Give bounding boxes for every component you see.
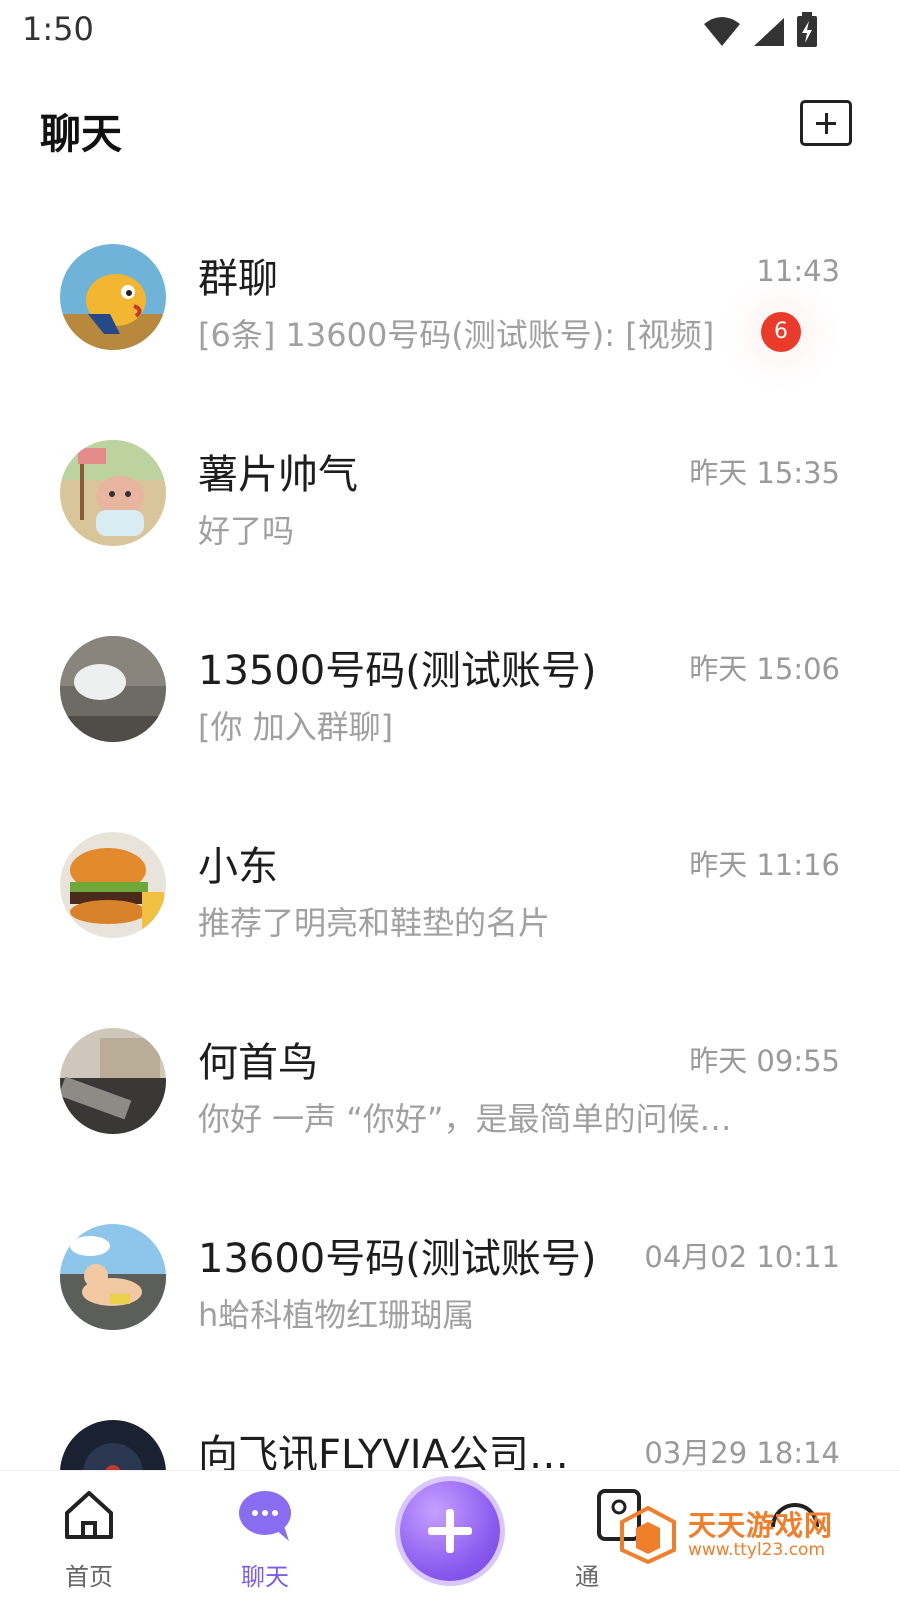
chat-item-13500[interactable]: 13500号码(测试账号) 昨天 15:06 [你 加入群聊] <box>0 590 900 788</box>
avatar <box>60 832 166 938</box>
chat-time: 昨天 11:16 <box>689 848 840 882</box>
chat-time: 昨天 09:55 <box>689 1044 840 1078</box>
header: 聊天 <box>0 80 900 176</box>
chat-time: 昨天 15:35 <box>689 456 840 490</box>
chat-bubble-icon <box>239 1491 291 1541</box>
page-title: 聊天 <box>40 110 122 158</box>
chat-time: 11:43 <box>756 254 840 288</box>
status-time: 1:50 <box>22 10 94 48</box>
chat-preview: h蛤科植物红珊瑚属 <box>198 1296 475 1334</box>
chat-time: 03月29 18:14 <box>644 1436 840 1470</box>
unread-badge: 6 <box>761 312 801 352</box>
chat-preview: [你 加入群聊] <box>198 708 394 746</box>
chat-name: 小东 <box>198 844 278 890</box>
chat-name: 薯片帅气 <box>198 452 358 498</box>
nav-chat[interactable]: 聊天 <box>200 1471 330 1601</box>
nav-home[interactable]: 首页 <box>24 1471 154 1601</box>
chat-name: 13500号码(测试账号) <box>198 648 597 694</box>
avatar <box>60 1420 166 1470</box>
avatar <box>60 636 166 742</box>
new-chat-button[interactable] <box>800 100 852 146</box>
signal-icon <box>754 18 784 46</box>
avatar <box>60 244 166 350</box>
chat-preview: [6条] 13600号码(测试账号): [视频] <box>198 316 715 354</box>
avatar <box>60 1028 166 1134</box>
chat-name: 13600号码(测试账号) <box>198 1236 597 1282</box>
create-fab-button[interactable] <box>400 1481 500 1581</box>
chat-name: 群聊 <box>198 256 278 302</box>
nav-home-label: 首页 <box>65 1563 113 1591</box>
watermark-text: 天天游戏网 <box>688 1509 834 1542</box>
chat-item-xiaodong[interactable]: 小东 昨天 11:16 推荐了明亮和鞋垫的名片 <box>0 786 900 984</box>
nav-chat-label: 聊天 <box>241 1563 289 1591</box>
chat-preview: 你好 一声 “你好”，是最简单的问候… <box>198 1100 732 1138</box>
watermark: 天天游戏网 www.ttyl23.com <box>618 1500 878 1570</box>
status-icons <box>702 12 818 48</box>
chat-item-group[interactable]: 群聊 11:43 [6条] 13600号码(测试账号): [视频] 6 <box>0 198 900 396</box>
battery-charging-icon <box>797 12 817 47</box>
chat-name: 向飞讯FLYVIA公司… <box>198 1432 569 1470</box>
watermark-url: www.ttyl23.com <box>688 1540 826 1560</box>
chat-item-flyvia[interactable]: 向飞讯FLYVIA公司… 03月29 18:14 <box>0 1374 900 1470</box>
status-bar: 1:50 <box>0 0 900 62</box>
avatar <box>60 440 166 546</box>
chat-time: 04月02 10:11 <box>644 1240 840 1274</box>
chat-list[interactable]: 群聊 11:43 [6条] 13600号码(测试账号): [视频] 6 薯片帅气… <box>0 198 900 1470</box>
chat-preview: 推荐了明亮和鞋垫的名片 <box>198 904 551 942</box>
home-icon <box>65 1491 113 1539</box>
wifi-icon <box>704 17 740 46</box>
avatar <box>60 1224 166 1330</box>
chat-item-shupian[interactable]: 薯片帅气 昨天 15:35 好了吗 <box>0 394 900 592</box>
chat-time: 昨天 15:06 <box>689 652 840 686</box>
chat-name: 何首鸟 <box>198 1040 318 1086</box>
chat-item-13600[interactable]: 13600号码(测试账号) 04月02 10:11 h蛤科植物红珊瑚属 <box>0 1178 900 1376</box>
chat-preview: 好了吗 <box>198 512 295 550</box>
watermark-logo-icon <box>620 1505 676 1564</box>
chat-item-heshouniao[interactable]: 何首鸟 昨天 09:55 你好 一声 “你好”，是最简单的问候… <box>0 982 900 1180</box>
